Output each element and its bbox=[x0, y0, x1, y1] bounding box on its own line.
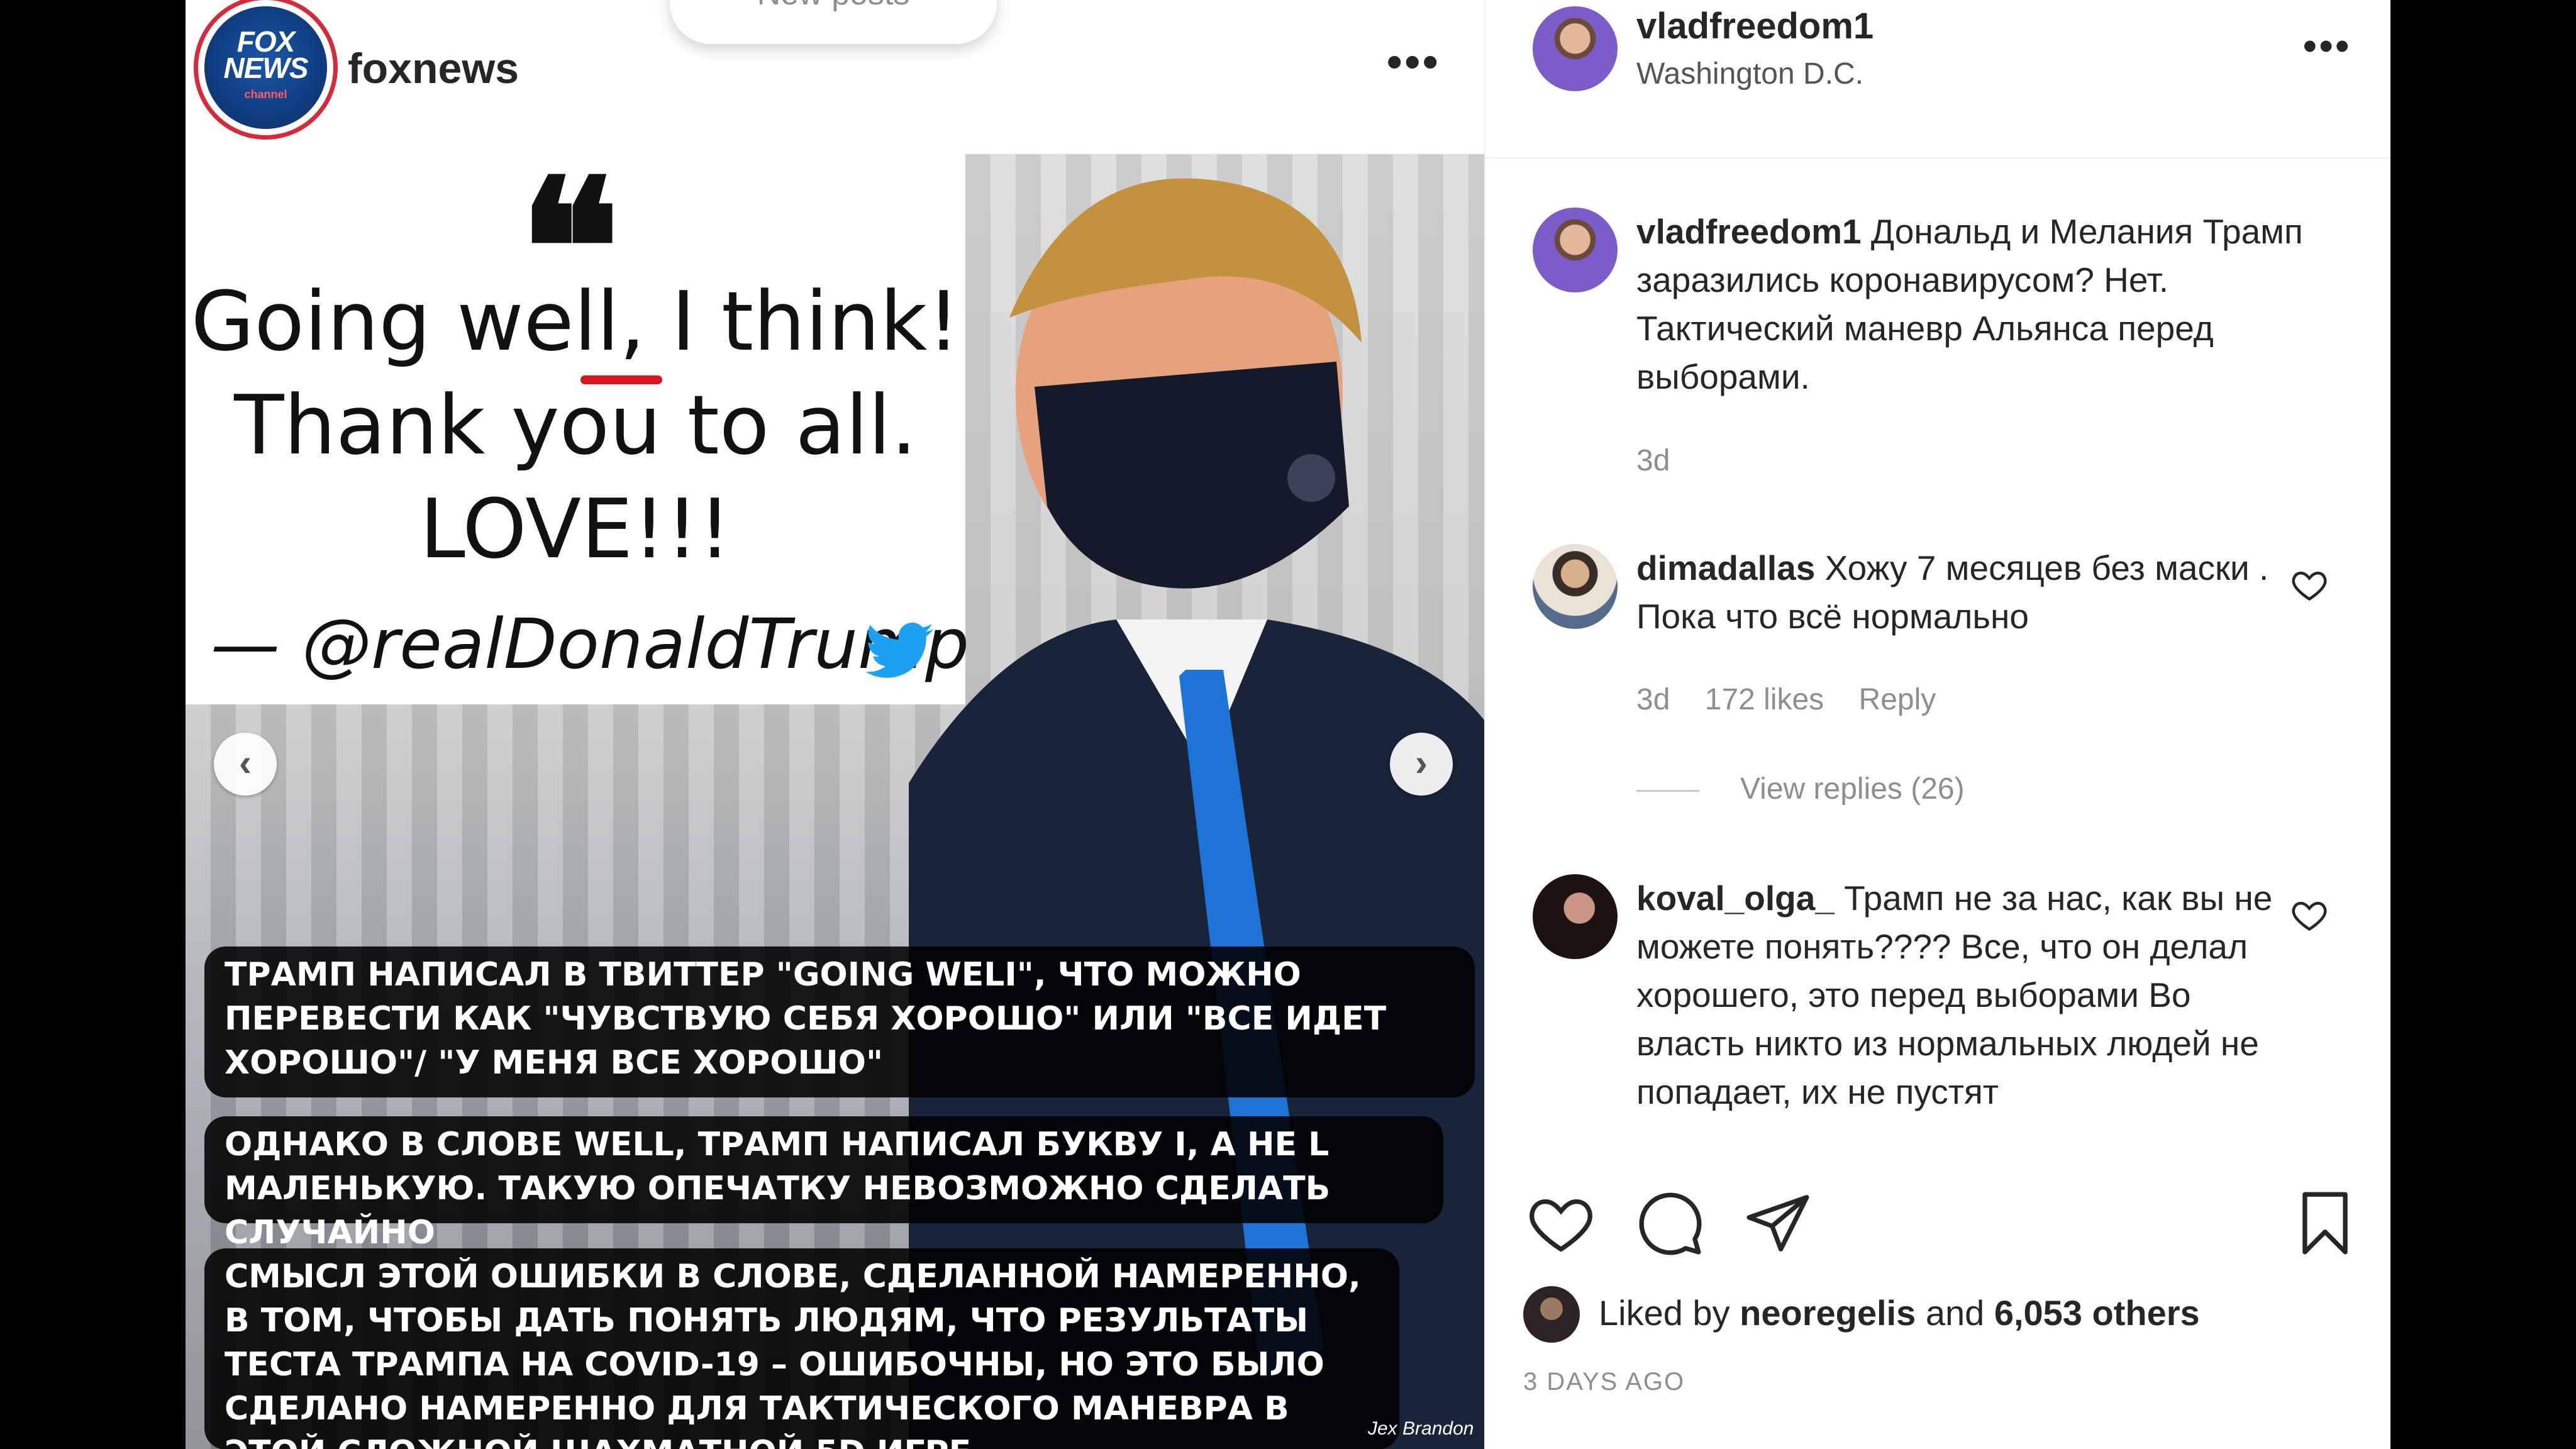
liked-by-prefix: Liked by bbox=[1599, 1293, 1730, 1333]
chevron-right-icon[interactable]: › bbox=[1390, 733, 1453, 796]
view-replies-label: View replies (26) bbox=[1740, 772, 1965, 806]
comment-username[interactable]: koval_olga_ bbox=[1636, 879, 1835, 918]
post-more-options-icon[interactable]: ••• bbox=[1387, 36, 1441, 87]
comment-avatar[interactable] bbox=[1533, 874, 1618, 959]
liked-by: Liked by neoregelis and 6,053 others bbox=[1599, 1292, 2200, 1333]
comment-icon[interactable] bbox=[1635, 1189, 1704, 1258]
bookmark-icon[interactable] bbox=[2290, 1189, 2360, 1258]
fox-logo-sub: channel bbox=[244, 87, 287, 101]
comment-item: koval_olga_ Трамп не за нас, как вы не м… bbox=[1636, 874, 2303, 1138]
caption-block-1: ТРАМП НАПИСАЛ В ТВИТТЕР "GOING WELI", ЧТ… bbox=[204, 947, 1475, 1097]
panel-more-options-icon[interactable]: ••• bbox=[2303, 24, 2351, 69]
twitter-bird-icon bbox=[865, 623, 933, 678]
comment-meta: 3d 172 likes Reply bbox=[1636, 682, 1962, 717]
post-image[interactable]: ❝ Going well, I think! Thank you to all.… bbox=[186, 154, 1484, 1449]
share-plane-icon[interactable] bbox=[1743, 1189, 1813, 1258]
comments-panel: vladfreedom1 Washington D.C. ••• vladfre… bbox=[1484, 0, 2390, 1449]
fox-logo: FOX NEWS channel bbox=[204, 25, 327, 108]
comment-like-heart-icon[interactable] bbox=[2290, 896, 2328, 934]
comment-item: dimadallas Хожу 7 месяцев без маски . По… bbox=[1636, 544, 2303, 641]
post-date[interactable]: 3 DAYS AGO bbox=[1523, 1368, 1685, 1396]
new-posts-button[interactable]: New posts bbox=[670, 0, 997, 44]
author-handle[interactable]: foxnews bbox=[348, 44, 519, 93]
comment-username[interactable]: dimadallas bbox=[1636, 548, 1815, 587]
comment-like-heart-icon[interactable] bbox=[2290, 566, 2328, 604]
action-bar bbox=[1485, 1182, 2390, 1270]
caption-block-2: ОДНАКО В СЛОВЕ WELL, ТРАМП НАПИСАЛ БУКВУ… bbox=[204, 1116, 1443, 1252]
caption-avatar[interactable] bbox=[1533, 208, 1618, 292]
quote-line-3: LOVE!!! bbox=[419, 481, 731, 577]
comment-age[interactable]: 3d bbox=[1636, 683, 1670, 716]
quote-line-2: Thank you to all. bbox=[234, 377, 917, 473]
caption-comment: vladfreedom1 Дональд и Мелания Трамп зар… bbox=[1636, 208, 2303, 401]
liked-by-and: and bbox=[1925, 1293, 1985, 1333]
caption-meta: 3d bbox=[1636, 443, 1696, 478]
panel-divider bbox=[1485, 157, 2390, 158]
heart-icon[interactable] bbox=[1526, 1189, 1596, 1258]
caption-age[interactable]: 3d bbox=[1636, 444, 1670, 477]
new-posts-label: New posts bbox=[757, 0, 910, 12]
liked-by-avatar[interactable] bbox=[1523, 1286, 1580, 1343]
quote-attribution: — @realDonaldTrump bbox=[211, 604, 969, 684]
photo-credit: Jex Brandon bbox=[1368, 1418, 1474, 1439]
post-card: FOX NEWS channel foxnews ••• New posts ❝… bbox=[186, 0, 2390, 1449]
panel-location[interactable]: Washington D.C. bbox=[1636, 57, 1863, 91]
fox-logo-text: FOX NEWS bbox=[223, 25, 309, 84]
comment-avatar[interactable] bbox=[1533, 544, 1618, 629]
panel-user-avatar[interactable] bbox=[1533, 6, 1618, 91]
caption-block-3: СМЫСЛ ЭТОЙ ОШИБКИ В СЛОВЕ, СДЕЛАННОЙ НАМ… bbox=[204, 1248, 1399, 1449]
panel-username[interactable]: vladfreedom1 bbox=[1636, 5, 1874, 47]
chevron-left-icon[interactable]: ‹ bbox=[214, 733, 277, 796]
comment-reply-button[interactable]: Reply bbox=[1859, 683, 1936, 716]
quote-line-1: Going well, I think! bbox=[191, 274, 960, 369]
quote-card: ❝ Going well, I think! Thank you to all.… bbox=[186, 154, 969, 704]
view-replies-button[interactable]: View replies (26) bbox=[1636, 772, 1965, 806]
replies-dash bbox=[1636, 789, 1699, 792]
caption-username[interactable]: vladfreedom1 bbox=[1636, 212, 1862, 251]
liked-by-others[interactable]: 6,053 others bbox=[1994, 1293, 2200, 1333]
liked-by-user[interactable]: neoregelis bbox=[1740, 1293, 1916, 1333]
comment-likes[interactable]: 172 likes bbox=[1705, 683, 1824, 716]
author-avatar[interactable]: FOX NEWS channel bbox=[204, 6, 327, 129]
